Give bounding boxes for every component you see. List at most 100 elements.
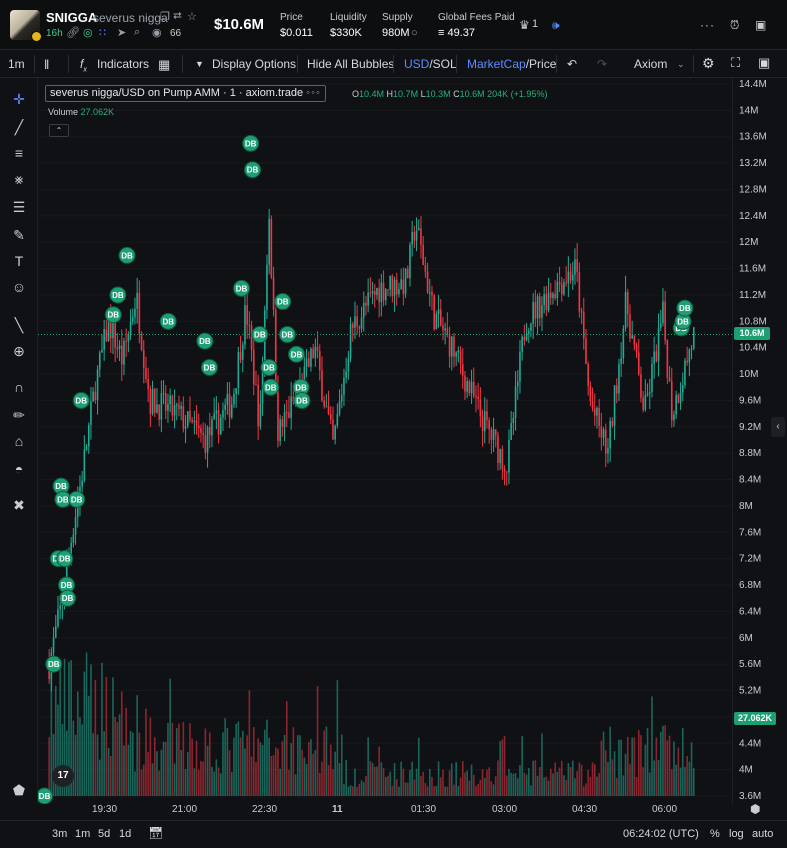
volume-bar — [633, 737, 636, 796]
tradingview-logo[interactable]: 17 — [52, 765, 74, 787]
legend-more-icon[interactable]: ◦◦◦ — [306, 87, 321, 99]
candle-body — [536, 296, 539, 319]
emoji-icon[interactable]: ☺ — [10, 278, 28, 296]
megaphone-icon[interactable]: 🕪︎ — [552, 18, 560, 33]
side-panel-handle[interactable]: ‹ — [771, 417, 785, 437]
volume-bar — [345, 760, 347, 796]
panel-toggle-icon[interactable]: ▣ — [755, 18, 766, 32]
community-icon[interactable]: ◎ — [83, 26, 93, 39]
trend-line-icon[interactable]: ╱ — [10, 118, 28, 136]
supply-info-icon[interactable]: ○ — [411, 27, 418, 39]
candle-body — [681, 385, 684, 393]
symbol-legend[interactable]: severus nigga/USD on Pump AMM · 1 · axio… — [45, 85, 326, 102]
link-icon[interactable]: 🔗︎ — [66, 26, 80, 39]
candle-type-icon[interactable]: ‖ — [44, 57, 49, 72]
time-axis[interactable]: 19:30 21:00 22:30 11 01:30 03:00 04:30 06:00 — [38, 804, 732, 820]
range-3m-button[interactable]: 3m — [52, 828, 67, 840]
price-option[interactable]: /Price — [526, 57, 557, 71]
volume-bar — [109, 755, 112, 796]
star-icon[interactable]: ☆ — [187, 10, 197, 23]
camera-icon[interactable]: ▣ — [758, 55, 770, 71]
redo-icon[interactable]: ↷ — [597, 57, 607, 71]
candle-body — [591, 400, 594, 409]
percent-toggle[interactable]: % — [710, 828, 720, 840]
candle-body — [257, 384, 259, 427]
range-1d-button[interactable]: 1d — [119, 828, 131, 840]
volume-label: Volume — [48, 107, 79, 117]
crosshair-icon[interactable]: ✛ — [10, 90, 28, 108]
indicators-button[interactable]: Indicators — [97, 57, 149, 71]
search-icon[interactable]: ⌕ — [134, 26, 140, 39]
candle-body — [668, 377, 671, 382]
hide-bubbles-button[interactable]: Hide All Bubbles — [307, 57, 394, 71]
volume-bar — [167, 722, 169, 796]
hide-drawings-icon[interactable]: ◓ — [10, 460, 28, 478]
interval-selector[interactable]: 1m — [8, 57, 25, 71]
fib-tool-icon[interactable]: ☰ — [10, 198, 28, 216]
candle-body — [499, 449, 501, 463]
volume-bar — [362, 782, 365, 796]
display-options-button[interactable]: Display Options — [212, 57, 296, 71]
candle-body — [618, 363, 620, 394]
price-axis[interactable]: 3.6M4M4.4M4.8M5.2M5.6M6M6.4M6.8M7.2M7.6M… — [732, 78, 787, 804]
volume-bar — [323, 730, 325, 796]
price-chart[interactable]: DB DB DB DB DB DB DB DB DB DB DB DB DB DB DB DB DB DB DB DB… — [38, 78, 732, 804]
collapse-legend-button[interactable]: ⌃ — [49, 124, 69, 137]
more-menu-button[interactable]: ··· — [700, 18, 715, 32]
undo-icon[interactable]: ↶ — [567, 57, 577, 71]
usd-option[interactable]: USD — [404, 57, 429, 71]
db-bubble-label: DB — [245, 139, 257, 148]
db-bubble-label: DB — [295, 383, 307, 392]
volume-bar — [646, 727, 649, 796]
indicators-icon[interactable]: fx — [80, 57, 87, 73]
currency-toggle[interactable]: USD/SOL — [404, 57, 457, 71]
crown-icon[interactable]: ♛ — [519, 18, 530, 32]
candle-body — [483, 411, 486, 432]
pattern-icon[interactable]: ⨳ — [10, 170, 28, 188]
copy-icon[interactable]: ❐ — [160, 10, 170, 23]
candle-body — [281, 419, 284, 427]
object-tree-icon[interactable]: ⬟ — [10, 781, 28, 799]
text-tool-icon[interactable]: T — [10, 252, 28, 270]
fullscreen-icon[interactable]: ⛶ — [731, 55, 740, 71]
volume-bar — [285, 701, 288, 796]
lock-drawing-icon[interactable]: ✏ — [10, 406, 28, 424]
volume-bar — [459, 777, 462, 796]
share-icon[interactable]: ⮂ — [173, 10, 182, 23]
candle-body — [92, 391, 94, 402]
sol-option[interactable]: /SOL — [429, 57, 456, 71]
volume-bar — [274, 747, 277, 796]
value-mode-toggle[interactable]: MarketCap/Price — [467, 57, 556, 71]
candle-body — [541, 305, 543, 318]
volume-bar — [554, 762, 556, 796]
layout-grid-icon[interactable]: ▦ — [158, 57, 170, 73]
chevron-down-icon[interactable]: ⌄ — [677, 59, 685, 70]
chevron-down-icon[interactable]: ▼ — [195, 59, 204, 69]
utc-clock[interactable]: 06:24:02 (UTC) — [623, 828, 699, 840]
marketcap-option[interactable]: MarketCap — [467, 57, 526, 71]
legend-title: severus nigga/USD on Pump AMM · 1 · axio… — [50, 87, 304, 99]
brush-icon[interactable]: ✎ — [10, 226, 28, 244]
telegram-icon[interactable]: ➤ — [117, 26, 126, 39]
magnet-icon[interactable]: ∩ — [10, 378, 28, 396]
horizontal-lines-icon[interactable]: ≡ — [10, 144, 28, 162]
auto-toggle[interactable]: auto — [752, 828, 773, 840]
range-1m-button[interactable]: 1m — [75, 828, 90, 840]
range-5d-button[interactable]: 5d — [98, 828, 110, 840]
provider-selector[interactable]: Axiom — [634, 57, 667, 71]
volume-bar — [158, 770, 160, 796]
alarm-icon[interactable]: ⏰︎ — [730, 18, 739, 33]
candle-body — [611, 420, 614, 426]
candle-body — [554, 293, 556, 299]
grid-icon[interactable]: ∷ — [99, 26, 106, 39]
ruler-icon[interactable]: ╲ — [10, 316, 28, 334]
candle-body — [598, 407, 600, 426]
settings-gear-icon[interactable]: ⚙ — [702, 55, 715, 72]
zoom-in-icon[interactable]: ⊕ — [10, 342, 28, 360]
calendar-icon[interactable]: 📅︎ — [148, 826, 163, 840]
price-tick-label: 7.6M — [739, 527, 761, 538]
scale-settings-icon[interactable]: ⬢ — [750, 802, 760, 816]
log-toggle[interactable]: log — [729, 828, 744, 840]
lock-icon[interactable]: ⌂ — [10, 432, 28, 450]
trash-icon[interactable]: ✖ — [10, 496, 28, 514]
